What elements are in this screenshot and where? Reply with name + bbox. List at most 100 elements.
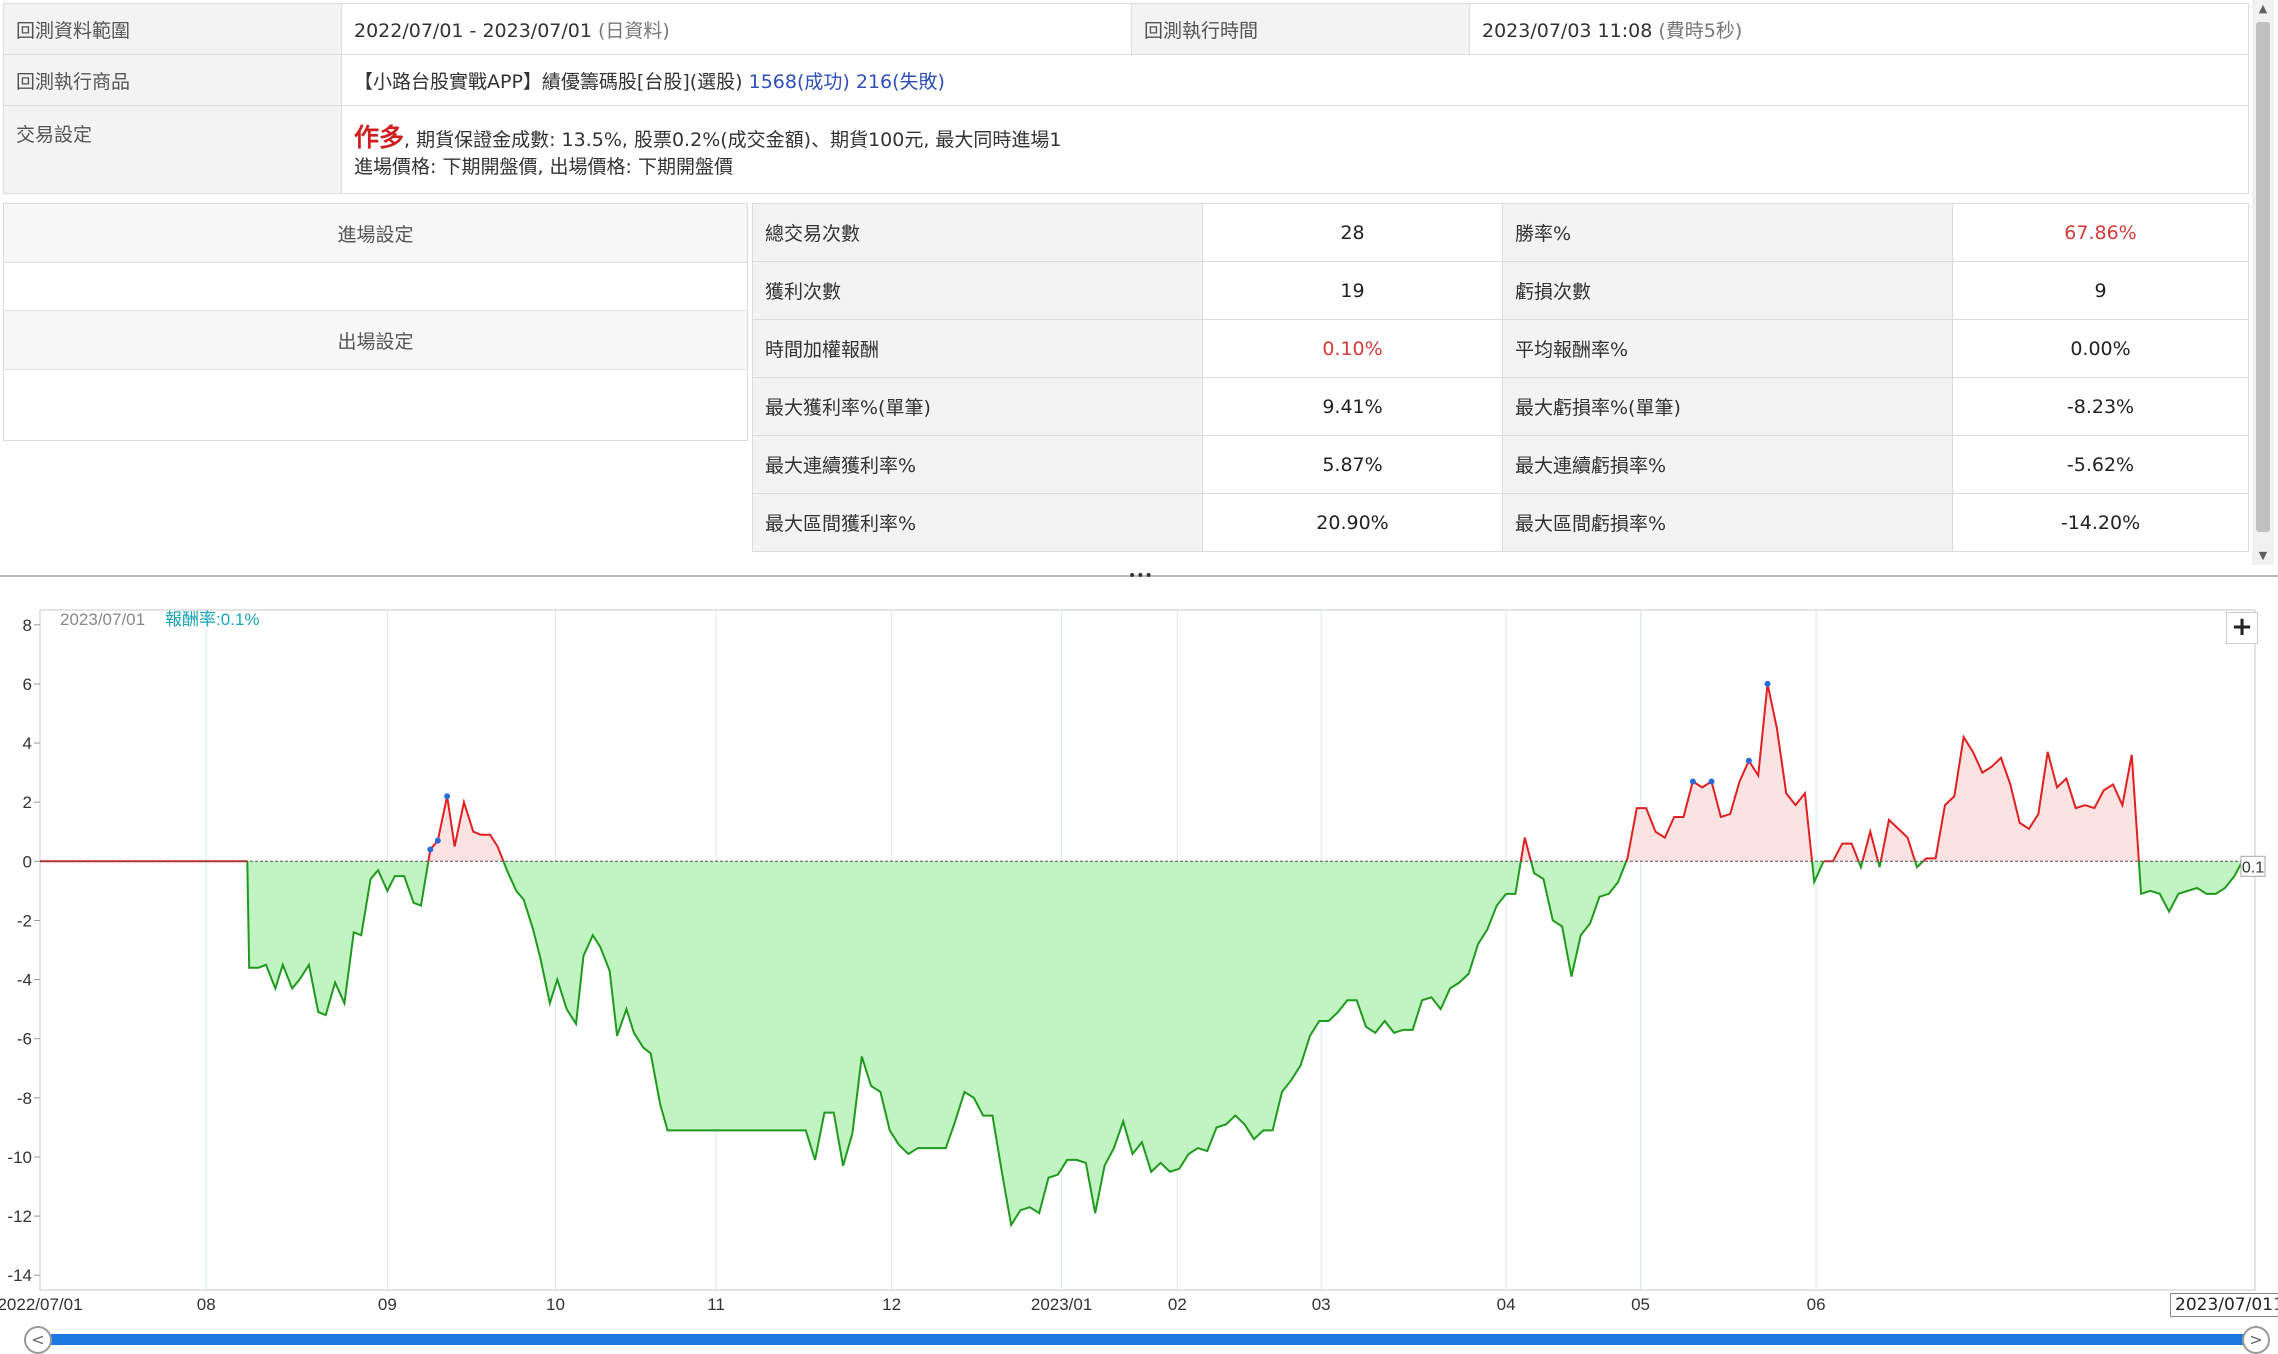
trade-marker	[1764, 680, 1771, 687]
stats-row: 最大連續獲利率% 5.87% 最大連續虧損率% -5.62%	[752, 435, 2249, 494]
range-dates: 2022/07/01 - 2023/07/01	[354, 19, 592, 42]
x-tick-label: 04	[1497, 1295, 1516, 1314]
stat-value: 5.87%	[1202, 435, 1503, 494]
return-chart[interactable]: 2022/07/01 08 09 10 11 12 2023/01 02 03 04 05 06864…	[0, 590, 2278, 1325]
scroll-down-arrow-icon[interactable]: ▼	[2252, 547, 2274, 565]
exit-settings-header: 出場設定	[4, 310, 747, 370]
y-tick-label: 4	[23, 734, 32, 753]
stat-value: 67.86%	[1952, 203, 2249, 262]
scroll-right-arrow-icon[interactable]: >	[2242, 1326, 2270, 1354]
stat-label: 最大虧損率%(單筆)	[1502, 377, 1953, 436]
trade-marker	[444, 793, 451, 800]
product-name: 【小路台股實戰APP】績優籌碼股[台股](選股)	[354, 70, 743, 93]
x-tick-label: 11	[707, 1295, 725, 1314]
stat-label: 時間加權報酬	[752, 319, 1203, 378]
x-tick-label: 10	[546, 1295, 565, 1314]
exec-time: 2023/07/03 11:08	[1482, 19, 1653, 42]
stat-label: 平均報酬率%	[1502, 319, 1953, 378]
trade-marker	[1689, 778, 1696, 785]
zoom-plus-button[interactable]: +	[2226, 612, 2258, 644]
performance-stats-table: 總交易次數 28 勝率% 67.86% 獲利次數 19 虧損次數 9 時間加權報酬 0.10% 平均…	[752, 203, 2249, 552]
x-tick-label: 2022/07/01	[0, 1295, 83, 1314]
y-tick-label: -14	[7, 1266, 32, 1285]
trade-marker	[1708, 778, 1715, 785]
trade-detail-1: , 期貨保證金成數: 13.5%, 股票0.2%(成交金額)、期貨100元, 最…	[404, 129, 1062, 151]
stats-row: 最大區間獲利率% 20.90% 最大區間虧損率% -14.20%	[752, 493, 2249, 552]
scroll-left-arrow-icon[interactable]: <	[24, 1326, 52, 1354]
stat-value: 20.90%	[1202, 493, 1503, 552]
backtest-info-table: 回測資料範圍 2022/07/01 - 2023/07/01 (日資料) 回測執…	[3, 3, 2249, 194]
stat-label: 總交易次數	[752, 203, 1203, 262]
stat-value: 0.10%	[1202, 319, 1503, 378]
y-tick-label: -12	[7, 1207, 32, 1226]
entry-settings-header: 進場設定	[4, 204, 747, 263]
chart-end-date: 2023/07/01	[2175, 1295, 2273, 1315]
trade-label: 交易設定	[3, 105, 342, 194]
stats-row: 最大獲利率%(單筆) 9.41% 最大虧損率%(單筆) -8.23%	[752, 377, 2249, 436]
trade-marker	[427, 846, 434, 853]
trade-marker	[434, 837, 441, 844]
y-tick-label: -8	[17, 1089, 32, 1108]
page-vertical-scrollbar[interactable]: ▲ ▼	[2252, 0, 2274, 565]
stat-label: 最大區間獲利率%	[752, 493, 1203, 552]
chart-end-partial: 17	[2273, 1295, 2278, 1315]
y-tick-label: 0	[23, 852, 32, 871]
stat-value: 28	[1202, 203, 1503, 262]
y-tick-label: 6	[23, 675, 32, 694]
range-note: (日資料)	[598, 19, 670, 42]
x-tick-label: 06	[1807, 1295, 1826, 1314]
x-tick-label: 05	[1631, 1295, 1650, 1314]
trade-settings: 作多, 期貨保證金成數: 13.5%, 股票0.2%(成交金額)、期貨100元,…	[341, 105, 2249, 194]
x-tick-label: 08	[197, 1295, 216, 1314]
chart-end-date-label: 2023/07/0117	[2170, 1293, 2278, 1317]
stats-row: 總交易次數 28 勝率% 67.86%	[752, 203, 2249, 262]
x-tick-label: 03	[1312, 1295, 1331, 1314]
scroll-thumb[interactable]	[2256, 22, 2270, 532]
stats-row: 獲利次數 19 虧損次數 9	[752, 261, 2249, 320]
trade-direction: 作多	[354, 123, 405, 152]
stat-label: 獲利次數	[752, 261, 1203, 320]
stat-value: 9	[1952, 261, 2249, 320]
chart-header-date: 2023/07/01	[60, 610, 145, 629]
stat-label: 最大獲利率%(單筆)	[752, 377, 1203, 436]
splitter-handle-icon[interactable]: •••	[1128, 569, 1153, 583]
x-tick-label: 12	[882, 1295, 901, 1314]
y-tick-label: 2	[23, 793, 32, 812]
product-success-count[interactable]: 1568(成功)	[749, 71, 850, 93]
trade-marker	[1745, 757, 1752, 764]
entry-exit-settings-panel: 進場設定 出場設定	[3, 203, 748, 441]
stat-value: 0.00%	[1952, 319, 2249, 378]
stat-value: 19	[1202, 261, 1503, 320]
product-fail-count[interactable]: 216(失敗)	[856, 71, 945, 93]
x-tick-label: 09	[378, 1295, 397, 1314]
product-value: 【小路台股實戰APP】績優籌碼股[台股](選股) 1568(成功) 216(失敗…	[341, 54, 2249, 106]
range-value: 2022/07/01 - 2023/07/01 (日資料)	[341, 3, 1132, 55]
chart-header-return: 報酬率:0.1%	[165, 610, 259, 629]
stat-value: -14.20%	[1952, 493, 2249, 552]
stat-value: 9.41%	[1202, 377, 1503, 436]
stat-label: 虧損次數	[1502, 261, 1953, 320]
stat-value: -8.23%	[1952, 377, 2249, 436]
y-tick-label: -6	[17, 1030, 32, 1049]
stats-row: 時間加權報酬 0.10% 平均報酬率% 0.00%	[752, 319, 2249, 378]
last-value-label: 0.1	[2242, 859, 2264, 876]
stat-label: 最大連續獲利率%	[752, 435, 1203, 494]
product-label: 回測執行商品	[3, 54, 342, 106]
stat-label: 勝率%	[1502, 203, 1953, 262]
stat-label: 最大連續虧損率%	[1502, 435, 1953, 494]
stat-value: -5.62%	[1952, 435, 2249, 494]
y-tick-label: -10	[7, 1148, 32, 1167]
x-tick-label: 2023/01	[1031, 1295, 1092, 1314]
x-tick-label: 02	[1168, 1295, 1187, 1314]
exec-time-note: (費時5秒)	[1658, 19, 1743, 42]
scroll-up-arrow-icon[interactable]: ▲	[2252, 0, 2274, 18]
y-tick-label: 8	[23, 616, 32, 635]
stat-label: 最大區間虧損率%	[1502, 493, 1953, 552]
y-tick-label: -4	[17, 971, 32, 990]
exec-time-value: 2023/07/03 11:08 (費時5秒)	[1469, 3, 2249, 55]
range-label: 回測資料範圍	[3, 3, 342, 55]
chart-range-scrollbar[interactable]	[40, 1334, 2250, 1345]
y-tick-label: -2	[17, 911, 32, 930]
exec-time-label: 回測執行時間	[1131, 3, 1470, 55]
trade-detail-2: 進場價格: 下期開盤價, 出場價格: 下期開盤價	[354, 156, 733, 178]
